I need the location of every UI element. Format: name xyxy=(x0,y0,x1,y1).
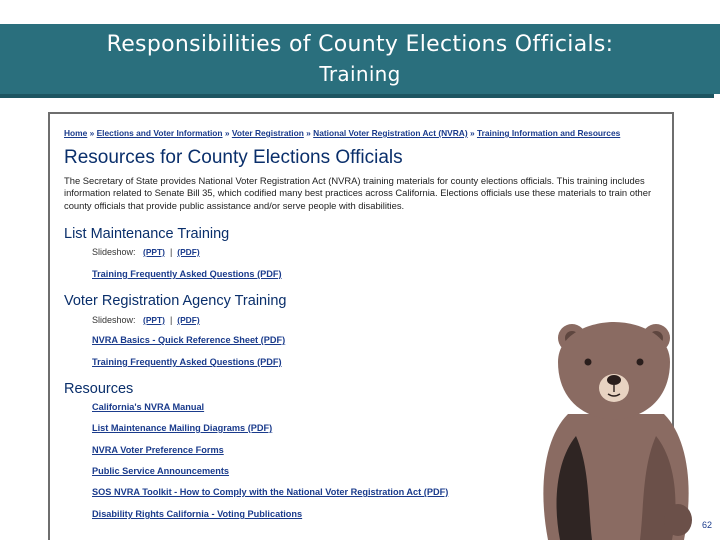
slideshow-pdf-link[interactable]: (PDF) xyxy=(177,315,199,325)
link-lm-faq[interactable]: Training Frequently Asked Questions (PDF… xyxy=(92,269,282,279)
page-title: Resources for County Elections Officials xyxy=(64,147,403,168)
slideshow-row-list-maintenance: Slideshow: (PPT) | (PDF) xyxy=(92,247,200,257)
link-voter-preference-forms[interactable]: NVRA Voter Preference Forms xyxy=(92,445,224,455)
slideshow-pdf-link[interactable]: (PDF) xyxy=(177,247,199,257)
link-vra-faq[interactable]: Training Frequently Asked Questions (PDF… xyxy=(92,357,282,367)
slideshow-divider: | xyxy=(169,315,173,325)
slideshow-ppt-link[interactable]: (PPT) xyxy=(143,247,165,257)
breadcrumb-nvra[interactable]: National Voter Registration Act (NVRA) xyxy=(313,128,467,138)
breadcrumb-elections[interactable]: Elections and Voter Information xyxy=(97,128,223,138)
link-disability-rights[interactable]: Disability Rights California - Voting Pu… xyxy=(92,509,302,519)
slideshow-row-vra: Slideshow: (PPT) | (PDF) xyxy=(92,315,200,325)
breadcrumb-training[interactable]: Training Information and Resources xyxy=(477,128,620,138)
slide-title: Responsibilities of County Elections Off… xyxy=(106,32,614,57)
breadcrumb-voter-registration[interactable]: Voter Registration xyxy=(232,128,304,138)
intro-paragraph: The Secretary of State provides National… xyxy=(64,175,652,211)
section-title-voter-registration-agency: Voter Registration Agency Training xyxy=(64,293,287,309)
section-title-resources: Resources xyxy=(64,381,134,397)
link-nvra-basics[interactable]: NVRA Basics - Quick Reference Sheet (PDF… xyxy=(92,335,285,345)
slideshow-label: Slideshow: xyxy=(92,315,136,325)
breadcrumb-home[interactable]: Home xyxy=(64,128,87,138)
breadcrumb: Home » Elections and Voter Information »… xyxy=(64,128,621,138)
slide-title-bar: Responsibilities of County Elections Off… xyxy=(0,24,720,94)
slideshow-label: Slideshow: xyxy=(92,247,136,257)
page-number: 62 xyxy=(701,520,712,530)
link-psa[interactable]: Public Service Announcements xyxy=(92,466,229,476)
link-sos-toolkit[interactable]: SOS NVRA Toolkit - How to Comply with th… xyxy=(92,487,448,497)
slideshow-ppt-link[interactable]: (PPT) xyxy=(143,315,165,325)
slideshow-divider: | xyxy=(169,247,173,257)
section-title-list-maintenance: List Maintenance Training xyxy=(64,226,230,242)
bear-mascot-icon xyxy=(543,322,692,540)
slide-subtitle: Training xyxy=(319,62,401,86)
link-mailing-diagrams[interactable]: List Maintenance Mailing Diagrams (PDF) xyxy=(92,423,272,433)
link-nvra-manual[interactable]: California's NVRA Manual xyxy=(92,402,204,412)
